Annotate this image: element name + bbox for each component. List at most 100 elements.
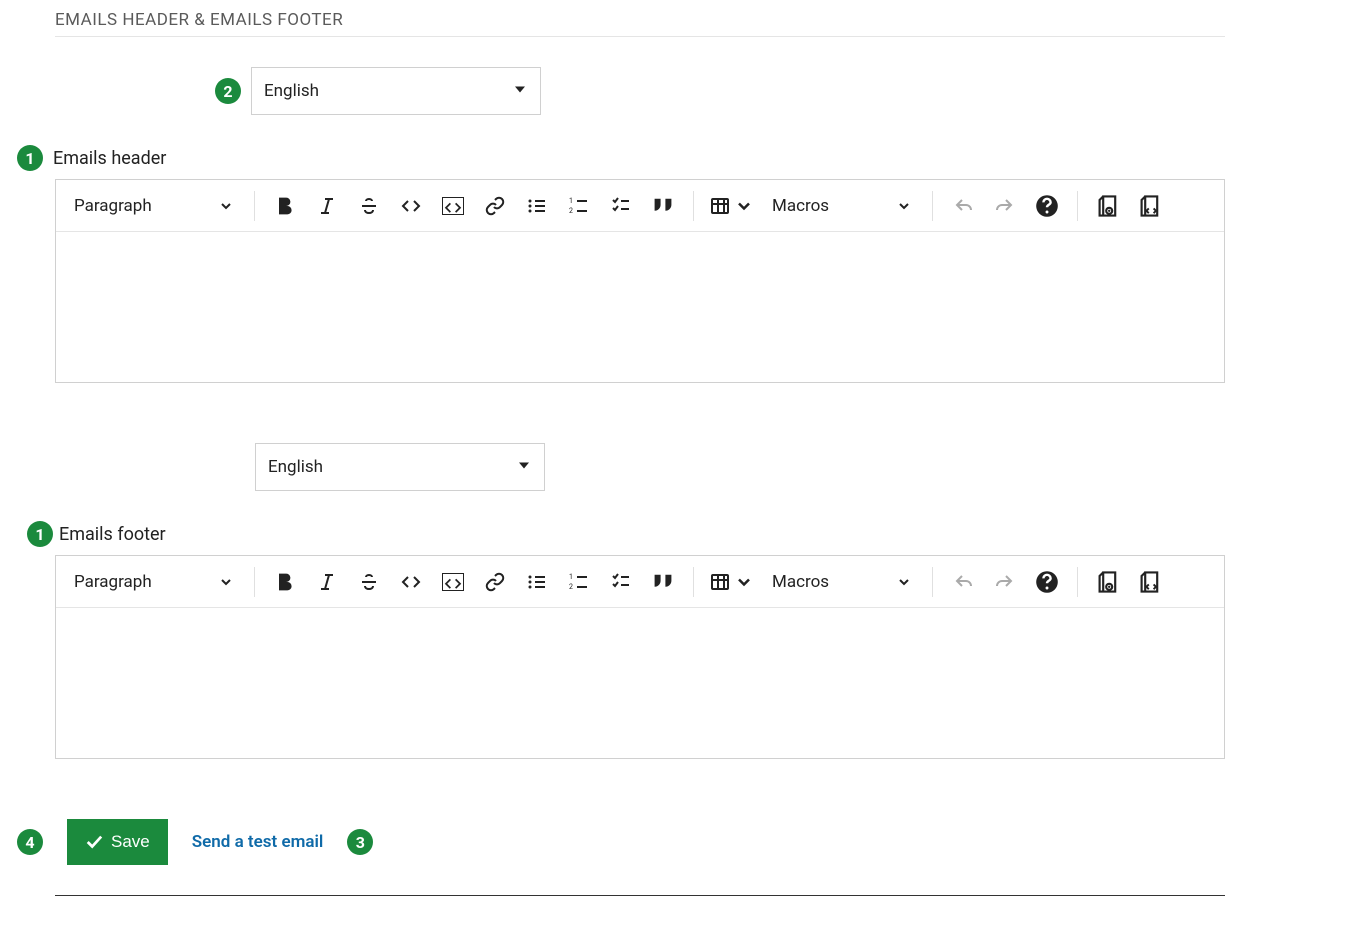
undo-icon [953, 196, 973, 216]
blockquote-button[interactable] [643, 564, 683, 600]
italic-button[interactable] [307, 564, 347, 600]
toolbar-separator [693, 191, 694, 221]
help-button[interactable] [1027, 188, 1067, 224]
preview-button[interactable] [1088, 564, 1128, 600]
preview-icon [1096, 570, 1120, 594]
emails-footer-label: Emails footer [59, 524, 166, 545]
check-icon [85, 833, 103, 851]
undo-icon [953, 572, 973, 592]
language-select-footer[interactable]: English [255, 443, 545, 491]
source-code-icon [1138, 194, 1162, 218]
language-row-header: 2 English [215, 67, 1225, 115]
badge-save: 4 [17, 829, 43, 855]
save-button[interactable]: Save [67, 819, 168, 865]
strikethrough-button[interactable] [349, 564, 389, 600]
redo-button[interactable] [985, 564, 1025, 600]
link-icon [485, 196, 505, 216]
bullet-list-icon [527, 196, 547, 216]
source-button[interactable] [1130, 564, 1170, 600]
blockquote-button[interactable] [643, 188, 683, 224]
help-icon [1035, 570, 1059, 594]
bold-button[interactable] [265, 564, 305, 600]
language-row-footer: English [255, 443, 1225, 491]
ordered-list-button[interactable] [559, 564, 599, 600]
toolbar-separator [254, 567, 255, 597]
actions-row: 4 Save Send a test email 3 [17, 819, 1225, 865]
macros-label: Macros [772, 572, 829, 592]
chevron-down-icon [734, 572, 754, 592]
emails-header-textarea[interactable] [56, 232, 1224, 382]
italic-icon [317, 572, 337, 592]
redo-icon [995, 572, 1015, 592]
emails-footer-editor: Paragraph Macros [55, 555, 1225, 759]
bullet-list-button[interactable] [517, 564, 557, 600]
code-block-button[interactable] [433, 188, 473, 224]
emails-footer-label-row: 1 Emails footer [27, 521, 1225, 547]
toolbar-separator [932, 191, 933, 221]
ordered-list-button[interactable] [559, 188, 599, 224]
undo-button[interactable] [943, 188, 983, 224]
block-format-value: Paragraph [74, 196, 152, 216]
ordered-list-icon [569, 572, 589, 592]
quote-icon [651, 194, 675, 218]
language-select-footer-value: English [268, 457, 323, 477]
save-button-label: Save [111, 832, 150, 852]
chevron-down-icon [218, 574, 234, 590]
macros-label: Macros [772, 196, 829, 216]
emails-header-label: Emails header [53, 148, 166, 169]
badge-emails-footer: 1 [27, 521, 53, 547]
help-icon [1035, 194, 1059, 218]
code-block-icon [442, 573, 464, 591]
strikethrough-button[interactable] [349, 188, 389, 224]
emails-header-editor: Paragraph Macros [55, 179, 1225, 383]
strikethrough-icon [359, 196, 379, 216]
emails-header-label-row: 1 Emails header [17, 145, 1225, 171]
task-list-icon [611, 572, 631, 592]
redo-button[interactable] [985, 188, 1025, 224]
task-list-button[interactable] [601, 564, 641, 600]
code-block-icon [442, 197, 464, 215]
inline-code-button[interactable] [391, 188, 431, 224]
toolbar-separator [1077, 567, 1078, 597]
undo-button[interactable] [943, 564, 983, 600]
task-list-button[interactable] [601, 188, 641, 224]
toolbar-separator [932, 567, 933, 597]
link-button[interactable] [475, 188, 515, 224]
bullet-list-icon [527, 572, 547, 592]
table-icon [710, 196, 730, 216]
chevron-down-icon [218, 198, 234, 214]
preview-button[interactable] [1088, 188, 1128, 224]
table-button[interactable] [704, 564, 760, 600]
code-block-button[interactable] [433, 564, 473, 600]
section-title: EMAILS HEADER & EMAILS FOOTER [55, 10, 1225, 37]
toolbar-separator [693, 567, 694, 597]
link-icon [485, 572, 505, 592]
italic-button[interactable] [307, 188, 347, 224]
toolbar-separator [1077, 191, 1078, 221]
editor-toolbar-footer: Paragraph Macros [56, 556, 1224, 608]
block-format-select[interactable]: Paragraph [64, 196, 244, 216]
language-select-header-value: English [264, 81, 319, 101]
block-format-value: Paragraph [74, 572, 152, 592]
table-button[interactable] [704, 188, 760, 224]
code-icon [401, 196, 421, 216]
inline-code-button[interactable] [391, 564, 431, 600]
source-button[interactable] [1130, 188, 1170, 224]
strikethrough-icon [359, 572, 379, 592]
bullet-list-button[interactable] [517, 188, 557, 224]
macros-select[interactable]: Macros [762, 196, 922, 216]
block-format-select[interactable]: Paragraph [64, 572, 244, 592]
help-button[interactable] [1027, 564, 1067, 600]
chevron-down-icon [896, 574, 912, 590]
emails-footer-textarea[interactable] [56, 608, 1224, 758]
code-icon [401, 572, 421, 592]
macros-select[interactable]: Macros [762, 572, 922, 592]
send-test-email-link[interactable]: Send a test email [192, 832, 324, 852]
toolbar-separator [254, 191, 255, 221]
ordered-list-icon [569, 196, 589, 216]
link-button[interactable] [475, 564, 515, 600]
bold-button[interactable] [265, 188, 305, 224]
task-list-icon [611, 196, 631, 216]
language-select-header[interactable]: English [251, 67, 541, 115]
editor-toolbar-header: Paragraph Macros [56, 180, 1224, 232]
